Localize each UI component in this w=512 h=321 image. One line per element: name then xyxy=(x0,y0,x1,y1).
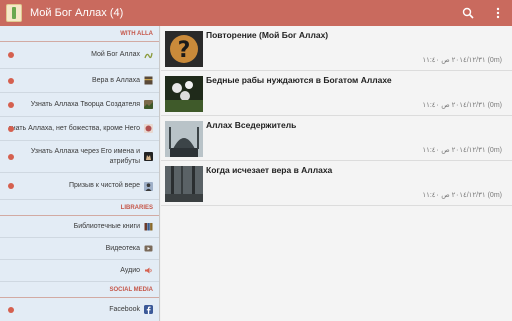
search-icon[interactable] xyxy=(460,5,476,21)
navigation-drawer: WITH ALLA Мой Бог Аллах Вера в Аллаха Уз… xyxy=(0,26,160,321)
action-bar: Мой Бог Аллах (4) xyxy=(0,0,512,26)
tawhid-icon xyxy=(144,124,153,133)
sidebar-item-label: знать Аллаха, нет божества, кроме Него xyxy=(8,124,141,132)
badge-dot xyxy=(8,52,14,58)
video-icon xyxy=(144,245,153,252)
sidebar-item-audio[interactable]: Аудио xyxy=(0,260,159,282)
post-meta: ٢٠١٤/١٢/٣١ ص ١١:٤٠ (0m) xyxy=(422,57,502,64)
list-item[interactable]: Когда исчезает вера в Аллаха ٢٠١٤/١٢/٣١ … xyxy=(161,161,512,206)
action-bar-actions xyxy=(460,0,506,26)
badge-dot xyxy=(8,77,14,84)
allah-calligraphy-icon xyxy=(144,52,153,58)
sidebar-item-label: Видеотека xyxy=(105,244,140,252)
post-title: Аллах Вседержитель xyxy=(206,120,297,130)
post-title: Бедные рабы нуждаются в Богатом Аллахе xyxy=(206,75,392,85)
badge-dot xyxy=(8,306,14,313)
overflow-menu-icon[interactable] xyxy=(490,5,506,21)
section-header-social-media: SOCIAL MEDIA xyxy=(0,282,159,298)
post-meta: ٢٠١٤/١٢/٣١ ص ١١:٤٠ (0m) xyxy=(422,102,502,109)
sidebar-item-label: Аудио xyxy=(120,266,140,274)
speaker-icon xyxy=(145,267,152,274)
forest-thumb xyxy=(165,166,203,202)
hands-icon xyxy=(144,152,153,161)
badge-dot xyxy=(8,153,14,160)
list-item[interactable]: ? Повторение (Мой Бог Аллах) ٢٠١٤/١٢/٣١ … xyxy=(161,26,512,71)
sidebar-item-label: Facebook xyxy=(109,305,140,313)
post-meta: ٢٠١٤/١٢/٣١ ص ١١:٤٠ (0m) xyxy=(422,147,502,154)
post-title: Повторение (Мой Бог Аллах) xyxy=(206,30,329,40)
badge-dot xyxy=(8,125,14,132)
list-item[interactable]: Аллах Вседержитель ٢٠١٤/١٢/٣١ ص ١١:٤٠ (0… xyxy=(161,116,512,161)
sidebar-item-label: Призыв к чистой вере xyxy=(69,182,140,189)
svg-text:?: ? xyxy=(178,38,191,63)
posts-list: ? Повторение (Мой Бог Аллах) ٢٠١٤/١٢/٣١ … xyxy=(161,26,512,321)
sidebar-item-label: Узнать Аллаха через Его имена и атрибуты xyxy=(30,147,140,165)
book-icon[interactable] xyxy=(6,4,22,22)
section-header-libraries: LIBRARIES xyxy=(0,200,159,216)
mosque-thumb xyxy=(165,121,203,157)
badge-dot xyxy=(8,101,14,108)
sidebar-item-facebook[interactable]: Facebook xyxy=(0,298,159,321)
sidebar-item-names-and-attributes[interactable]: Узнать Аллаха через Его имена и атрибуты xyxy=(0,141,159,173)
sidebar-item-label: Библиотечные книги xyxy=(73,222,140,230)
sidebar-item-label: Узнать Аллаха Творца Создателя xyxy=(30,100,140,108)
post-title: Когда исчезает вера в Аллаха xyxy=(206,165,333,175)
badge-dot xyxy=(8,183,14,189)
section-header-with-alla: WITH ALLA xyxy=(0,26,159,42)
books-icon xyxy=(144,223,153,231)
person-icon xyxy=(144,181,153,191)
sidebar-item-my-god-allah[interactable]: Мой Бог Аллах xyxy=(0,42,159,69)
post-meta: ٢٠١٤/١٢/٣١ ص ١١:٤٠ (0m) xyxy=(422,192,502,199)
app-title: Мой Бог Аллах (4) xyxy=(30,7,124,19)
sidebar-item-library-books[interactable]: Библиотечные книги xyxy=(0,216,159,238)
question-thumb: ? xyxy=(165,31,203,67)
sidebar-item-label: Вера в Аллаха xyxy=(91,76,140,84)
sidebar-item-video-library[interactable]: Видеотека xyxy=(0,238,159,260)
sidebar-item-call-to-pure-faith[interactable]: Призыв к чистой вере xyxy=(0,173,159,200)
list-item[interactable]: Бедные рабы нуждаются в Богатом Аллахе ٢… xyxy=(161,71,512,116)
sidebar-item-label: Мой Бог Аллах xyxy=(91,51,140,58)
sidebar-item-no-deity-but-him[interactable]: знать Аллаха, нет божества, кроме Него xyxy=(0,117,159,141)
creation-icon xyxy=(144,100,153,109)
sidebar-item-faith-in-allah[interactable]: Вера в Аллаха xyxy=(0,69,159,93)
flowers-thumb xyxy=(165,76,203,112)
kaaba-icon xyxy=(144,76,153,85)
facebook-icon xyxy=(144,305,153,314)
sidebar-item-know-allah-creator[interactable]: Узнать Аллаха Творца Создателя xyxy=(0,93,159,117)
